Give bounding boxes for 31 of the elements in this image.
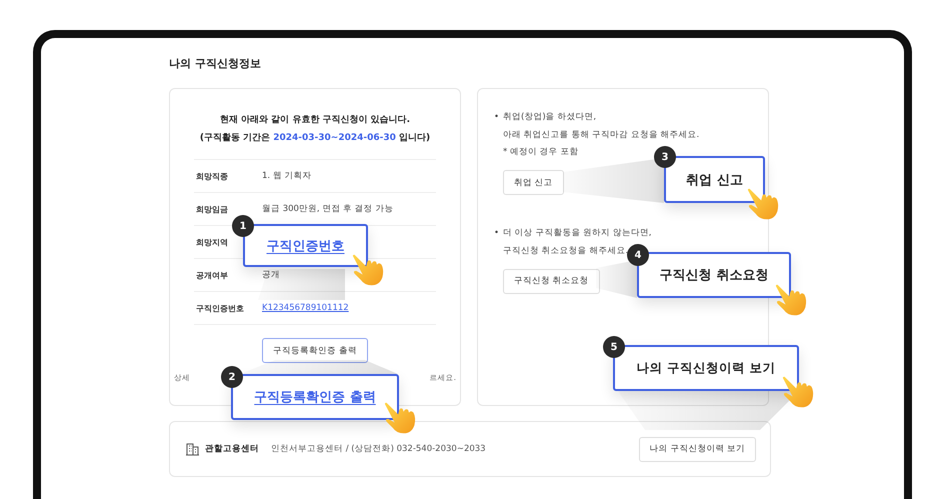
field-value: 1. 웹 기획자 xyxy=(262,170,312,182)
field-label: 공개여부 xyxy=(195,270,229,280)
instruction-text: 더 이상 구직활동을 원하지 않는다면, xyxy=(503,227,652,240)
field-value: 공개 xyxy=(262,269,280,281)
status-text: 현재 아래와 같이 유효한 구직신청이 있습니다. xyxy=(218,114,412,127)
field-value: 월급 300만원, 면접 후 결정 가능 xyxy=(262,203,394,215)
pointing-hand-icon xyxy=(382,400,418,436)
pointing-hand-icon xyxy=(350,252,386,288)
bullet-icon: • xyxy=(494,225,503,242)
pointing-hand-icon xyxy=(745,186,781,222)
bullet-icon: • xyxy=(494,109,503,126)
page-title: 나의 구직신청정보 xyxy=(169,56,262,71)
action-button[interactable]: 구직신청 취소요청 xyxy=(503,268,600,294)
action-button[interactable]: 취업 신고 xyxy=(503,170,564,195)
building-icon xyxy=(186,442,199,456)
pointing-hand-icon xyxy=(780,374,816,410)
field-label: 구직인증번호 xyxy=(195,302,245,314)
instruction-text: 아래 취업신고를 통해 구직마감 요청을 해주세요. xyxy=(503,128,700,142)
certificate-number-link[interactable]: K123456789101112 xyxy=(262,303,349,313)
instruction-text: 구직신청 취소요청을 해주세요. xyxy=(503,244,628,258)
office-info: 인천서부고용센터 / (상담전화) 032-540-2030~2033 xyxy=(271,443,487,455)
history-button[interactable]: 나의 구직신청이력 보기 xyxy=(638,436,756,462)
field-label: 희망직종 xyxy=(195,170,229,182)
pointing-hand-icon xyxy=(773,282,809,318)
field-label: 희망임금 xyxy=(195,204,229,214)
instruction-text: 취업(창업)을 하셨다면, xyxy=(503,111,596,124)
office-label: 관할고용센터 xyxy=(205,443,259,455)
field-label: 희망지역 xyxy=(195,236,229,248)
spotlight-beam xyxy=(596,260,637,298)
period-text: (구직활동 기간은 2024-03-30~2024-06-30 입니다) xyxy=(198,132,432,145)
footnote-text: * 예정이 경우 포함 xyxy=(503,146,578,159)
